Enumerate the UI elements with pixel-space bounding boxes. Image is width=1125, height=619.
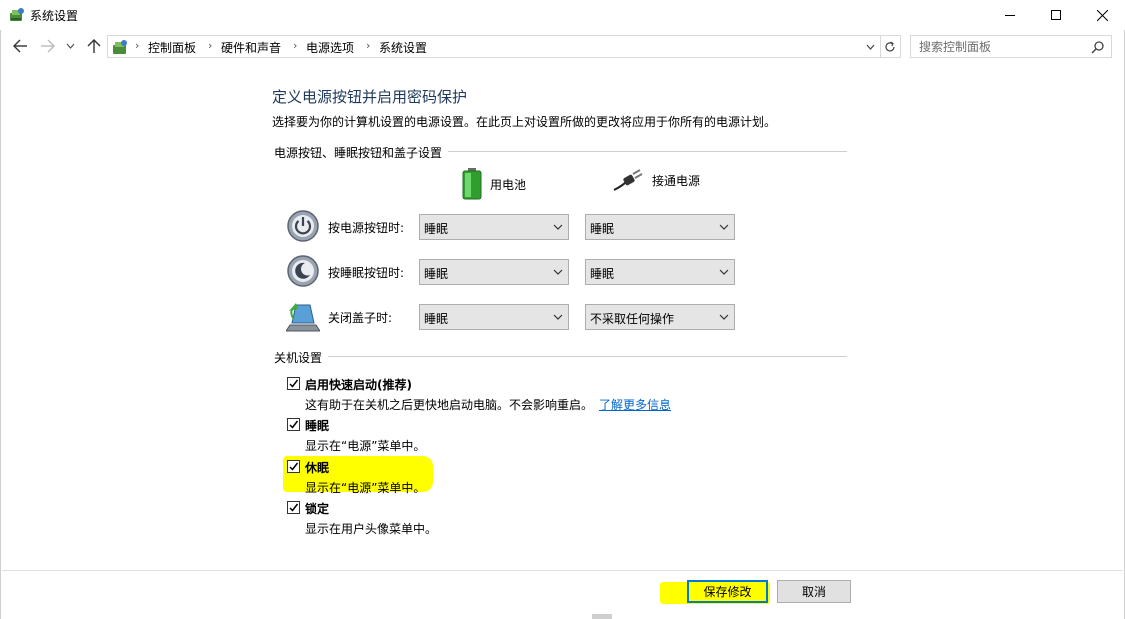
power-button-battery-select[interactable]: 睡眠 xyxy=(419,214,569,240)
recent-locations-button[interactable] xyxy=(63,36,77,56)
save-changes-button[interactable]: 保存修改 xyxy=(687,580,768,603)
power-button-icon xyxy=(287,210,319,242)
sleep-button-label: 按睡眠按钮时: xyxy=(328,266,405,280)
power-plug-icon xyxy=(613,169,643,191)
close-icon xyxy=(1096,9,1108,21)
refresh-icon xyxy=(885,40,895,51)
chevron-down-icon xyxy=(866,44,874,50)
power-section-header: 电源按钮、睡眠按钮和盖子设置 xyxy=(274,144,449,161)
up-arrow-icon xyxy=(87,39,101,53)
page-description: 选择要为你的计算机设置的电源设置。在此页上对设置所做的更改将应用于你所有的电源计… xyxy=(272,115,777,129)
title-bar: 系统设置 xyxy=(0,0,1125,30)
breadcrumb-system-settings[interactable]: 系统设置 xyxy=(379,39,427,56)
plugged-column-header: 接通电源 xyxy=(612,168,700,192)
sleep-description: 显示在“电源”菜单中。 xyxy=(305,439,426,453)
power-button-label: 按电源按钮时: xyxy=(328,221,405,235)
chevron-down-icon xyxy=(66,43,74,49)
lock-description: 显示在用户头像菜单中。 xyxy=(305,522,438,536)
chevron-down-icon xyxy=(719,269,729,275)
search-icon[interactable] xyxy=(1091,40,1105,54)
maximize-icon xyxy=(1051,10,1061,20)
lid-close-plugged-select[interactable]: 不采取任何操作 xyxy=(585,304,735,330)
shutdown-section-divider xyxy=(274,356,847,357)
bottom-scroll-handle[interactable] xyxy=(592,614,612,619)
breadcrumb-hardware-sound[interactable]: 硬件和声音 xyxy=(221,39,281,56)
footer-divider xyxy=(2,570,1123,571)
chevron-down-icon xyxy=(719,224,729,230)
sleep-button-icon xyxy=(287,255,319,287)
battery-column-label: 用电池 xyxy=(490,177,527,192)
checkmark-icon xyxy=(289,503,299,512)
forward-arrow-icon xyxy=(41,39,55,53)
refresh-button[interactable] xyxy=(880,35,901,58)
learn-more-link[interactable]: 了解更多信息 xyxy=(599,398,671,412)
chevron-down-icon xyxy=(553,224,563,230)
up-button[interactable] xyxy=(84,36,104,56)
checkmark-icon xyxy=(289,379,299,388)
hibernate-description: 显示在“电源”菜单中。 xyxy=(305,481,426,495)
minimize-icon xyxy=(1005,15,1015,16)
laptop-lid-icon xyxy=(286,303,320,332)
control-panel-icon xyxy=(9,7,25,23)
chevron-down-icon xyxy=(719,314,729,320)
maximize-button[interactable] xyxy=(1033,0,1079,30)
minimize-button[interactable] xyxy=(987,0,1033,30)
lock-checkbox[interactable] xyxy=(287,501,300,514)
window-frame-left xyxy=(0,30,1,619)
back-arrow-icon xyxy=(13,39,27,53)
lid-close-battery-select[interactable]: 睡眠 xyxy=(419,304,569,330)
fast-startup-checkbox[interactable] xyxy=(287,377,300,390)
lid-close-label: 关闭盖子时: xyxy=(328,311,393,325)
page-title: 定义电源按钮并启用密码保护 xyxy=(272,88,468,106)
system-settings-window: 系统设置 › 控制面板 › 硬件和声音 › 电源选项 › 系统设置 搜索控制面板… xyxy=(0,0,1125,619)
hibernate-label[interactable]: 休眠 xyxy=(305,459,329,476)
plugged-column-label: 接通电源 xyxy=(652,173,701,188)
breadcrumb-power-options[interactable]: 电源选项 xyxy=(306,39,354,56)
sleep-button-plugged-select[interactable]: 睡眠 xyxy=(585,259,735,285)
battery-column-header: 用电池 xyxy=(462,168,526,200)
search-box[interactable] xyxy=(910,35,1112,58)
address-bar[interactable]: › 控制面板 › 硬件和声音 › 电源选项 › 系统设置 xyxy=(107,35,881,58)
close-button[interactable] xyxy=(1079,0,1125,30)
fast-startup-label[interactable]: 启用快速启动(推荐) xyxy=(305,376,412,393)
control-panel-icon xyxy=(111,38,129,56)
checkmark-icon xyxy=(289,462,299,471)
checkmark-icon xyxy=(289,420,299,429)
sleep-checkbox[interactable] xyxy=(287,418,300,431)
fast-startup-description: 这有助于在关机之后更快地启动电脑。不会影响重启。 了解更多信息 xyxy=(305,398,672,412)
battery-icon xyxy=(462,168,482,200)
forward-button[interactable] xyxy=(38,36,58,56)
power-button-plugged-select[interactable]: 睡眠 xyxy=(585,214,735,240)
lock-label[interactable]: 锁定 xyxy=(305,500,329,517)
back-button[interactable] xyxy=(10,36,30,56)
hibernate-checkbox[interactable] xyxy=(287,460,300,473)
window-title: 系统设置 xyxy=(30,9,79,23)
breadcrumb-control-panel[interactable]: 控制面板 xyxy=(148,39,196,56)
sleep-label[interactable]: 睡眠 xyxy=(305,417,329,434)
cancel-button[interactable]: 取消 xyxy=(777,580,851,603)
address-dropdown[interactable] xyxy=(863,39,877,55)
chevron-down-icon xyxy=(553,314,563,320)
main-content: 定义电源按钮并启用密码保护 选择要为你的计算机设置的电源设置。在此页上对设置所做… xyxy=(0,64,1125,570)
chevron-down-icon xyxy=(553,269,563,275)
search-input[interactable] xyxy=(911,36,1091,57)
sleep-button-battery-select[interactable]: 睡眠 xyxy=(419,259,569,285)
shutdown-section-header: 关机设置 xyxy=(274,349,329,366)
